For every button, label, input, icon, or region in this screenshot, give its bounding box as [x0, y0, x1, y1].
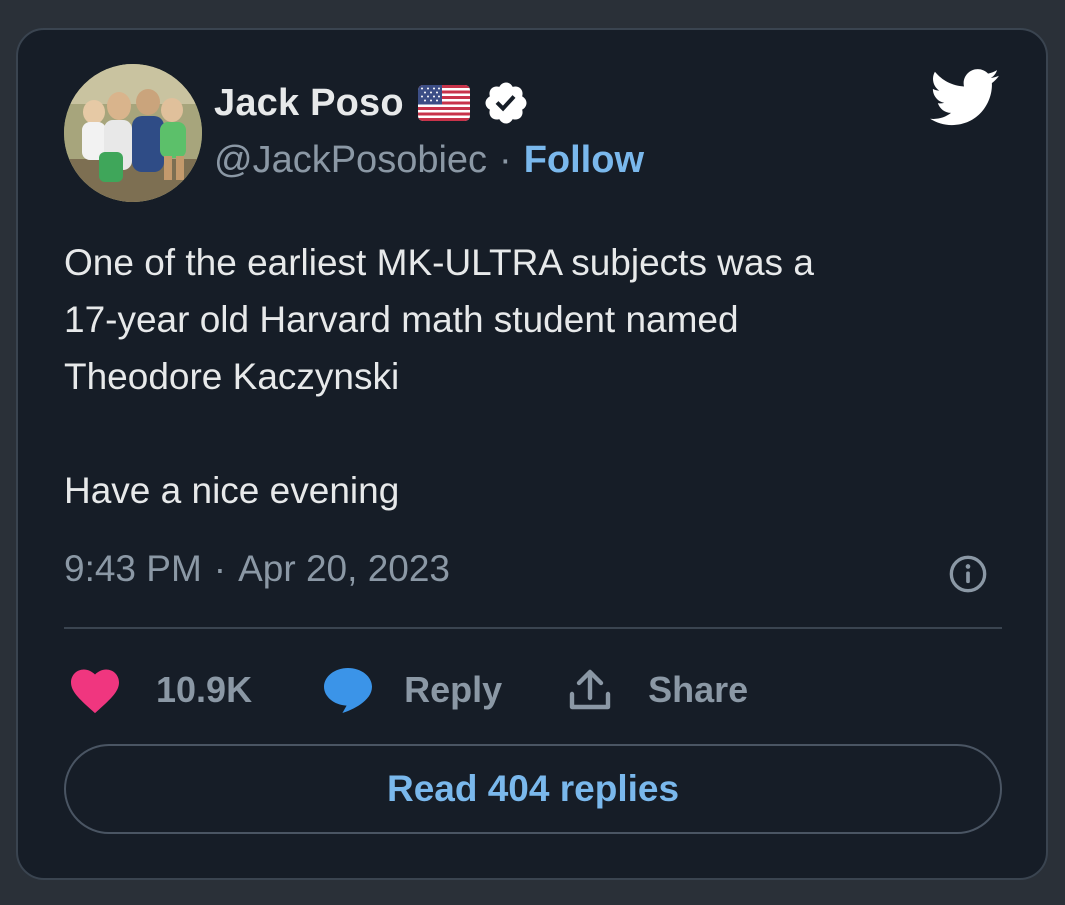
us-flag-icon: [417, 85, 470, 121]
author-handle[interactable]: @JackPosobiec: [214, 139, 487, 182]
author-name-row: Jack Poso: [214, 78, 530, 128]
share-upload-icon: [569, 669, 611, 710]
tweet-timestamp[interactable]: 9:43 PM · Apr 20, 2023: [64, 544, 450, 594]
tweet-text: One of the earliest MK-ULTRA subjects wa…: [64, 242, 814, 511]
info-icon[interactable]: [948, 554, 988, 594]
author-display-name[interactable]: Jack Poso: [214, 82, 404, 125]
heart-icon: [71, 669, 119, 714]
speech-bubble-icon: [324, 668, 373, 713]
follow-button[interactable]: Follow: [524, 139, 644, 182]
tweet-card: Jack Poso @JackPosobiec · Follow One of …: [16, 28, 1048, 880]
share-button[interactable]: Share: [566, 666, 748, 714]
reply-label: Reply: [404, 669, 503, 710]
divider: [64, 627, 1002, 629]
twitter-bird-icon[interactable]: [930, 68, 1000, 128]
read-replies-button[interactable]: Read 404 replies: [64, 744, 1002, 834]
separator-dot: ·: [499, 138, 512, 181]
verified-badge-icon[interactable]: [482, 79, 530, 127]
avatar-photo: [64, 64, 202, 202]
separator-dot: ·: [213, 548, 227, 589]
like-button[interactable]: 10.9K: [68, 666, 252, 714]
reply-button[interactable]: Reply: [322, 666, 502, 714]
author-handle-row: @JackPosobiec · Follow: [214, 136, 644, 184]
tweet-date[interactable]: Apr 20, 2023: [238, 548, 450, 590]
author-avatar[interactable]: [64, 64, 202, 202]
action-bar: 10.9K Reply Share: [68, 662, 748, 718]
tweet-time[interactable]: 9:43 PM: [64, 548, 202, 590]
share-label: Share: [648, 669, 749, 710]
like-count: 10.9K: [156, 669, 253, 710]
